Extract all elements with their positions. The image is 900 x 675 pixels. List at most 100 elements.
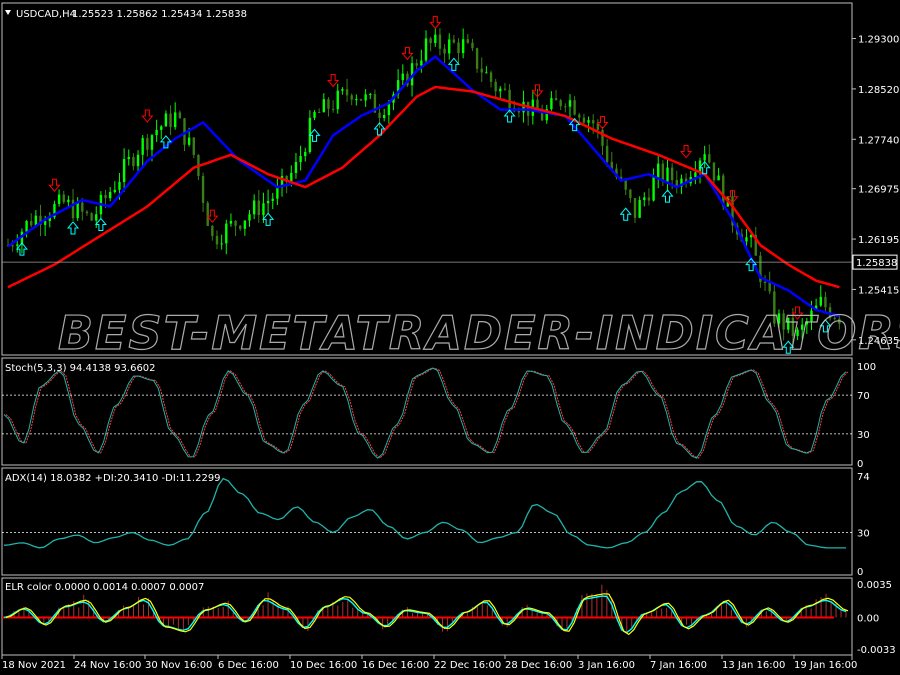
candle-body (164, 113, 168, 127)
candle-body (266, 200, 270, 204)
candle-body (127, 156, 130, 160)
candle-body (43, 221, 47, 225)
candle-body (448, 39, 451, 54)
candle-body (201, 176, 205, 203)
price-tick-label: 1.29300 (858, 35, 899, 46)
candle-body (178, 112, 182, 119)
adx-label: ADX(14) 18.0382 +DI:20.3410 -DI:11.2299 (5, 473, 221, 484)
elr-tick-label: -0.0033 (857, 645, 896, 656)
candle-body (717, 175, 720, 181)
candle-body (67, 199, 70, 203)
candle-body (30, 220, 33, 226)
candle-body (666, 167, 669, 182)
ohlc-readout: 1.25523 1.25862 1.25434 1.25838 (72, 9, 247, 20)
candle-body (508, 89, 511, 108)
candle-body (355, 99, 358, 101)
candle-body (629, 189, 632, 199)
adx-frame (1, 467, 853, 576)
candle-body (578, 114, 581, 118)
candle-body (81, 202, 84, 212)
sell-arrow-icon (327, 74, 340, 88)
elr-label: ELR color 0.0000 0.0014 0.0007 0.0007 (5, 582, 204, 593)
stoch-frame (1, 357, 853, 466)
triangle-down-icon[interactable] (5, 10, 11, 15)
candle-body (559, 100, 562, 107)
price-tick-label: 1.26195 (858, 235, 899, 246)
sell-arrow-icon (401, 46, 414, 61)
stoch-tick-label: 0 (857, 459, 863, 470)
candle-body (313, 112, 316, 118)
candle-body (438, 34, 442, 49)
candle-body (25, 220, 28, 232)
candle-body (192, 137, 195, 155)
candle-body (466, 39, 469, 43)
stoch-panel (2, 367, 852, 459)
candle-body (359, 99, 363, 101)
candle-body (85, 211, 89, 214)
elr-tick-label: 0.00 (857, 613, 879, 624)
candle-body (763, 281, 767, 283)
candle-body (11, 245, 14, 247)
candle-body (601, 129, 604, 146)
candle-body (169, 113, 172, 128)
time-tick-label: 6 Dec 16:00 (218, 660, 279, 671)
price-panel (2, 15, 852, 354)
candle-body (461, 39, 465, 54)
candle-body (294, 162, 298, 173)
watermark: BEST-METATRADER-INDICATORS.COM (58, 306, 900, 360)
candle-body (262, 203, 265, 216)
time-tick-label: 28 Dec 16:00 (505, 660, 572, 671)
price-tick-label: 1.26975 (858, 185, 899, 196)
candle-body (155, 129, 158, 136)
candle-body (369, 94, 372, 96)
candle-body (745, 237, 748, 242)
candle-body (670, 167, 674, 180)
stoch-tick-label: 30 (857, 430, 870, 441)
candle-body (322, 99, 326, 113)
candle-body (317, 112, 321, 114)
time-tick-label: 19 Jan 16:00 (794, 660, 857, 671)
candle-body (415, 63, 418, 66)
candle-body (257, 200, 260, 216)
candle-body (550, 98, 553, 110)
adx-line (3, 477, 846, 549)
adx-tick-label: 30 (857, 528, 870, 539)
adx-panel (2, 477, 852, 549)
candle-body (104, 194, 107, 199)
candle-body (336, 90, 339, 110)
adx-tick-label: 74 (857, 472, 870, 483)
chart-canvas[interactable]: 1.29300 1.28520 1.27740 1.26975 1.26195 1.254… (0, 0, 900, 675)
stoch-label: Stoch(5,3,3) 94.4138 93.6602 (5, 363, 156, 374)
candle-body (554, 98, 558, 101)
sell-arrow-icon (429, 15, 442, 30)
candle-body (383, 115, 386, 118)
time-tick-label: 24 Nov 16:00 (74, 660, 141, 671)
candle-body (694, 172, 697, 177)
time-tick-label: 3 Jan 16:00 (578, 660, 635, 671)
candle-body (638, 200, 641, 218)
candle-body (331, 108, 335, 110)
time-tick-label: 7 Jan 16:00 (650, 660, 707, 671)
candle-body (34, 215, 38, 226)
candle-body (220, 243, 223, 245)
price-tick-label: 1.27740 (858, 135, 899, 146)
buy-arrow-icon (661, 189, 674, 203)
candle-body (90, 213, 93, 221)
price-tick-label: 1.25415 (858, 285, 899, 296)
candle-body (160, 126, 163, 130)
candle-body (592, 120, 595, 124)
symbol-title: USDCAD,H4 (16, 9, 76, 20)
candle-body (489, 72, 493, 82)
candle-body (248, 214, 251, 221)
buy-arrow-icon (447, 57, 460, 71)
time-tick-label: 16 Dec 16:00 (362, 660, 429, 671)
sell-arrow-icon (680, 145, 693, 159)
candle-body (564, 106, 567, 108)
candle-body (299, 156, 302, 163)
candle-body (471, 42, 474, 49)
candle-body (71, 199, 75, 219)
candle-body (95, 214, 98, 221)
candle-body (819, 296, 822, 306)
stoch-signal-line (5, 367, 849, 459)
buy-arrow-icon (66, 221, 80, 235)
